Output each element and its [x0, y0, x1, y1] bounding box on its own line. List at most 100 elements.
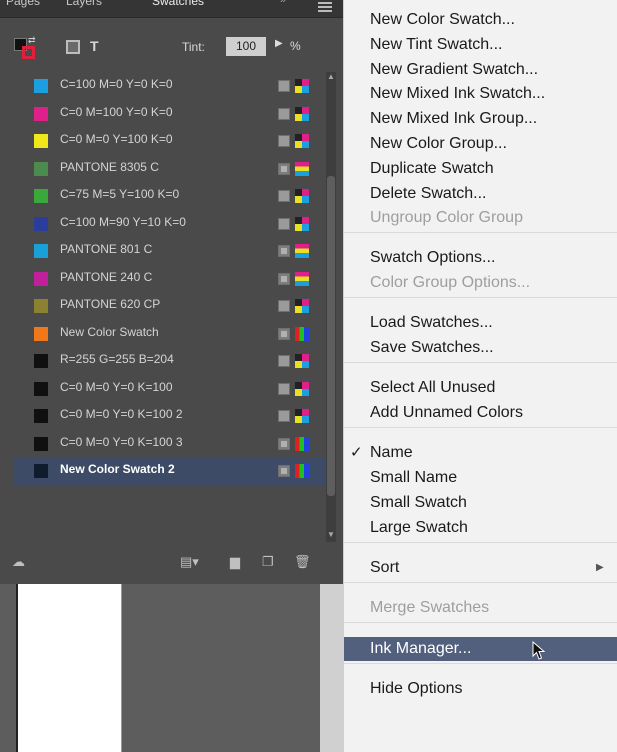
menu-item-label: Duplicate Swatch — [370, 160, 494, 177]
menu-item-new-mixed-ink-swatch[interactable]: New Mixed Ink Swatch... — [344, 82, 617, 106]
menu-item-small-name[interactable]: Small Name — [344, 466, 617, 490]
tab-layers[interactable]: Layers — [66, 0, 102, 8]
swatch-row[interactable]: C=0 M=100 Y=0 K=0 — [14, 100, 332, 128]
color-mode-icon — [278, 190, 290, 202]
menu-item-select-all-unused[interactable]: Select All Unused — [344, 376, 617, 400]
menu-item-label: Load Swatches... — [370, 314, 493, 331]
swatch-name: C=100 M=0 Y=0 K=0 — [60, 77, 173, 91]
swatch-color-chip — [34, 106, 48, 121]
swatch-row[interactable]: C=100 M=0 Y=0 K=0 — [14, 72, 332, 100]
swatch-color-chip — [34, 79, 48, 93]
swatches-footer: ☁ ▤▾ ▆ ❐ 🗑 — [0, 540, 343, 584]
swatch-name: C=0 M=0 Y=0 K=100 2 — [60, 407, 183, 421]
menu-item-new-gradient-swatch[interactable]: New Gradient Swatch... — [344, 58, 617, 82]
show-swatch-kinds-icon[interactable]: ▤▾ — [180, 554, 199, 570]
swatches-flyout-menu: New Color Swatch... New Tint Swatch... New… — [343, 0, 617, 752]
color-type-icon — [295, 436, 309, 451]
menu-item-label: Small Name — [370, 469, 458, 486]
menu-item-new-mixed-ink-group[interactable]: New Mixed Ink Group... — [344, 107, 617, 131]
color-type-icon — [295, 271, 309, 286]
color-mode-icon — [278, 437, 290, 450]
color-type-icon — [295, 216, 309, 231]
color-type-icon — [295, 161, 309, 176]
swatch-row[interactable]: PANTONE 801 C — [14, 237, 332, 265]
tab-pages[interactable]: Pages — [6, 0, 40, 8]
swatch-name: PANTONE 620 CP — [60, 297, 161, 311]
document-canvas — [0, 584, 343, 752]
panel-menu-icon[interactable] — [318, 2, 332, 14]
color-type-icon — [295, 381, 309, 396]
delete-swatch-icon[interactable]: 🗑 — [294, 554, 311, 570]
panel-collapse-icon[interactable]: » — [280, 0, 286, 6]
swatch-row[interactable]: PANTONE 240 C — [14, 265, 332, 293]
menu-separator — [344, 663, 617, 664]
swatch-row[interactable]: C=0 M=0 Y=0 K=100 3 — [14, 430, 332, 458]
swatch-row[interactable]: New Color Swatch 2 — [14, 457, 332, 485]
menu-separator — [344, 297, 617, 298]
swatch-name: New Color Swatch — [60, 324, 159, 339]
swap-fill-stroke-icon[interactable]: ⇄ — [28, 35, 36, 46]
menu-item-label: Name — [370, 444, 413, 461]
new-color-group-icon[interactable]: ▆ — [230, 554, 240, 570]
stroke-box-icon[interactable] — [22, 46, 35, 59]
menu-item-ink-manager[interactable]: Ink Manager... — [344, 637, 617, 661]
scroll-up-icon[interactable]: ▲ — [327, 72, 335, 81]
swatch-row[interactable]: C=0 M=0 Y=0 K=100 2 — [14, 402, 332, 430]
menu-item-new-color-swatch[interactable]: New Color Swatch... — [344, 8, 617, 32]
panel-tab-bar: Pages Layers Swatches » — [0, 0, 343, 18]
menu-item-duplicate-swatch[interactable]: Duplicate Swatch — [344, 157, 617, 181]
menu-item-label: Save Swatches... — [370, 339, 494, 356]
color-mode-icon — [278, 300, 290, 312]
swatch-row[interactable]: C=100 M=90 Y=10 K=0 — [14, 210, 332, 238]
menu-item-label: New Mixed Ink Swatch... — [370, 85, 546, 102]
swatch-row[interactable]: R=255 G=255 B=204 — [14, 347, 332, 375]
swatch-row[interactable]: C=0 M=0 Y=100 K=0 — [14, 127, 332, 155]
swatch-row[interactable]: C=0 M=0 Y=0 K=100 — [14, 375, 332, 403]
menu-item-add-unnamed-colors[interactable]: Add Unnamed Colors — [344, 401, 617, 425]
tint-slider-arrow-icon[interactable]: ▶ — [275, 38, 283, 49]
swatch-list-scrollbar[interactable]: ▲ ▼ — [326, 72, 336, 542]
swatch-color-chip — [34, 436, 48, 451]
color-type-icon — [295, 244, 309, 258]
cloud-library-icon[interactable]: ☁ — [12, 554, 25, 570]
menu-item-merge-swatches: Merge Swatches — [344, 596, 617, 620]
menu-item-save-swatches[interactable]: Save Swatches... — [344, 336, 617, 360]
swatch-color-chip — [34, 464, 48, 478]
menu-item-label: Ungroup Color Group — [370, 209, 523, 226]
fill-stroke-icon[interactable]: ⇄ — [14, 35, 38, 62]
menu-item-large-swatch[interactable]: Large Swatch — [344, 516, 617, 540]
swatch-row[interactable]: C=75 M=5 Y=100 K=0 — [14, 182, 332, 210]
menu-item-swatch-options[interactable]: Swatch Options... — [344, 246, 617, 270]
tint-input[interactable]: 100 — [226, 37, 266, 56]
formatting-container-icon[interactable] — [66, 40, 80, 54]
menu-item-new-tint-swatch[interactable]: New Tint Swatch... — [344, 33, 617, 57]
scroll-down-icon[interactable]: ▼ — [327, 530, 335, 539]
swatch-name: C=0 M=100 Y=0 K=0 — [60, 104, 173, 119]
swatch-color-chip — [34, 134, 48, 148]
menu-item-label: Select All Unused — [370, 379, 496, 396]
swatch-color-chip — [34, 161, 48, 176]
scrollbar-thumb[interactable] — [327, 176, 335, 496]
menu-item-label: Merge Swatches — [370, 599, 490, 616]
menu-item-new-color-group[interactable]: New Color Group... — [344, 132, 617, 156]
color-mode-icon — [278, 162, 290, 175]
menu-item-sort[interactable]: Sort ▶ — [344, 556, 617, 580]
menu-item-delete-swatch[interactable]: Delete Swatch... — [344, 182, 617, 206]
color-type-icon — [295, 134, 309, 148]
menu-separator — [344, 582, 617, 583]
swatch-row[interactable]: PANTONE 8305 C — [14, 155, 332, 183]
menu-item-name[interactable]: ✓ Name — [344, 441, 617, 465]
formatting-text-icon[interactable]: T — [90, 38, 99, 54]
new-swatch-icon[interactable]: ❐ — [262, 554, 274, 570]
menu-item-small-swatch[interactable]: Small Swatch — [344, 491, 617, 515]
swatch-row[interactable]: PANTONE 620 CP — [14, 292, 332, 320]
menu-item-ungroup-color-group: Ungroup Color Group — [344, 206, 617, 230]
menu-item-hide-options[interactable]: Hide Options — [344, 677, 617, 701]
tab-swatches[interactable]: Swatches — [152, 0, 204, 8]
menu-item-load-swatches[interactable]: Load Swatches... — [344, 311, 617, 335]
swatches-toolbar: ⇄ T Tint: 100 ▶ % — [0, 26, 343, 62]
color-mode-icon — [278, 217, 290, 230]
swatch-color-chip — [34, 381, 48, 396]
swatch-color-chip — [34, 326, 48, 341]
swatch-row[interactable]: New Color Swatch — [14, 320, 332, 348]
